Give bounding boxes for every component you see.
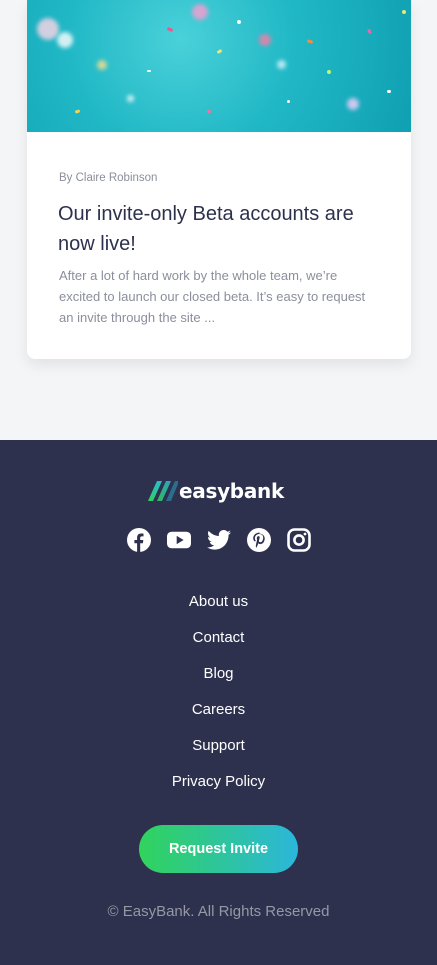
confetti-piece: [207, 110, 211, 113]
logo-text: easybank: [179, 479, 284, 503]
confetti-piece: [327, 70, 331, 74]
confetti-piece: [237, 20, 241, 24]
bokeh-dot: [277, 60, 286, 69]
confetti-piece: [366, 28, 373, 35]
footer-link-about-us[interactable]: About us: [0, 590, 437, 626]
confetti-piece: [306, 39, 314, 44]
article-author: By Claire Robinson: [59, 172, 158, 184]
youtube-icon[interactable]: [167, 528, 191, 552]
confetti-piece: [166, 26, 174, 33]
article-image-confetti: [27, 0, 411, 132]
article-excerpt: After a lot of hard work by the whole te…: [59, 268, 366, 325]
footer-link-contact[interactable]: Contact: [0, 626, 437, 662]
copyright-text: © EasyBank. All Rights Reserved: [107, 903, 330, 920]
bokeh-dot: [97, 60, 107, 70]
confetti-piece: [287, 100, 290, 103]
confetti-piece: [216, 48, 223, 55]
social-links: [127, 528, 311, 552]
easybank-logo[interactable]: easybank: [148, 480, 284, 502]
bokeh-dot: [192, 4, 208, 20]
bokeh-dot: [37, 18, 59, 40]
confetti-piece: [402, 10, 406, 14]
article-title[interactable]: Our invite-only Beta accounts are now li…: [58, 199, 378, 259]
footer-nav: About us Contact Blog Careers Support Pr…: [0, 590, 437, 806]
pinterest-icon[interactable]: [247, 528, 271, 552]
bokeh-dot: [127, 95, 134, 102]
footer-link-careers[interactable]: Careers: [0, 698, 437, 734]
confetti-piece: [387, 90, 391, 93]
request-invite-button[interactable]: Request Invite: [139, 825, 298, 873]
bokeh-dot: [347, 98, 359, 110]
confetti-piece: [147, 70, 151, 72]
footer-link-privacy-policy[interactable]: Privacy Policy: [0, 770, 437, 806]
instagram-icon[interactable]: [287, 528, 311, 552]
twitter-icon[interactable]: [207, 528, 231, 552]
bokeh-dot: [57, 32, 73, 48]
footer-link-blog[interactable]: Blog: [0, 662, 437, 698]
confetti-piece: [74, 109, 81, 114]
footer-link-support[interactable]: Support: [0, 734, 437, 770]
facebook-icon[interactable]: [127, 528, 151, 552]
article-card[interactable]: By Claire Robinson Our invite-only Beta …: [27, 0, 411, 359]
bokeh-dot: [259, 34, 271, 46]
logo-mark-icon: [148, 481, 178, 501]
